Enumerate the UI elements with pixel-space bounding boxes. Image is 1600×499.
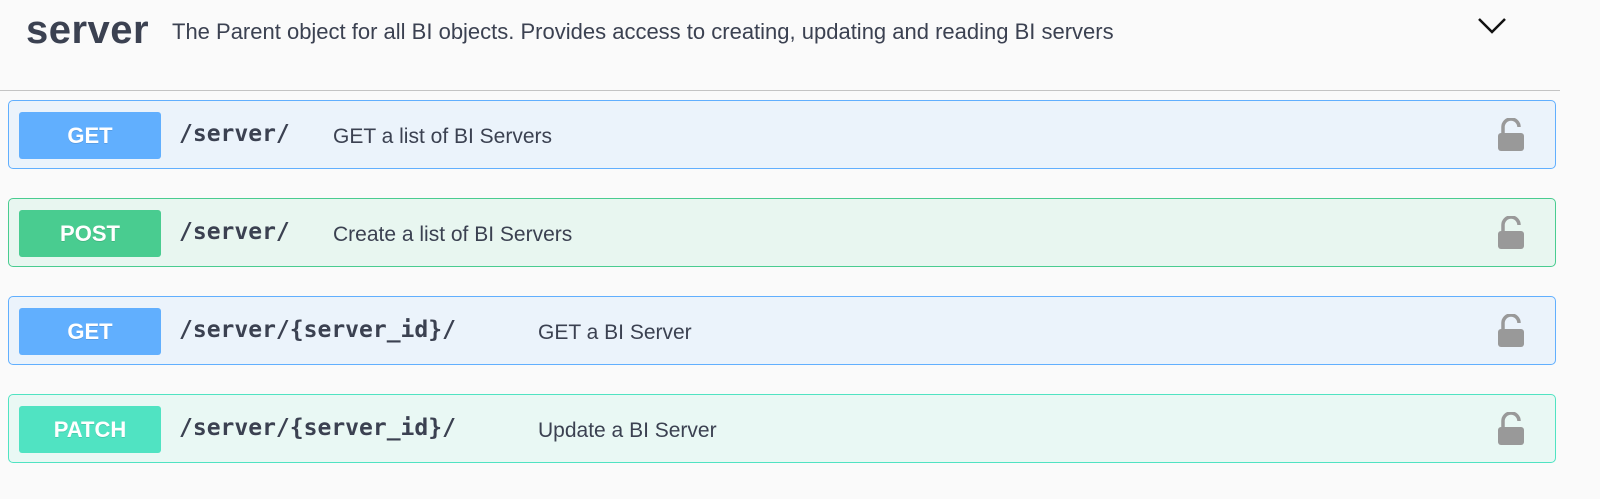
operation-path: /server/{server_id}/ bbox=[179, 415, 456, 441]
method-badge: POST bbox=[19, 210, 161, 257]
collapse-toggle-button[interactable] bbox=[1472, 6, 1512, 46]
method-badge: GET bbox=[19, 112, 161, 159]
operation-path: /server/ bbox=[179, 219, 290, 245]
operation-path: /server/{server_id}/ bbox=[179, 317, 456, 343]
method-badge: PATCH bbox=[19, 406, 161, 453]
method-badge: GET bbox=[19, 308, 161, 355]
chevron-down-icon bbox=[1478, 18, 1506, 34]
operation-summary: GET a BI Server bbox=[538, 321, 692, 344]
operation-get-server-list[interactable]: GET /server/ GET a list of BI Servers bbox=[8, 100, 1556, 169]
unlocked-padlock-icon[interactable] bbox=[1496, 118, 1526, 152]
operation-get-server-by-id[interactable]: GET /server/{server_id}/ GET a BI Server bbox=[8, 296, 1556, 365]
operation-summary: Update a BI Server bbox=[538, 419, 717, 442]
operation-summary: Create a list of BI Servers bbox=[333, 223, 573, 246]
tag-header[interactable]: server The Parent object for all BI obje… bbox=[0, 0, 1560, 91]
tag-description: The Parent object for all BI objects. Pr… bbox=[172, 19, 1114, 44]
tag-name[interactable]: server bbox=[26, 8, 149, 53]
unlocked-padlock-icon[interactable] bbox=[1496, 314, 1526, 348]
operation-path: /server/ bbox=[179, 121, 290, 147]
unlocked-padlock-icon[interactable] bbox=[1496, 216, 1526, 250]
operation-summary: GET a list of BI Servers bbox=[333, 125, 553, 148]
operation-post-server-list[interactable]: POST /server/ Create a list of BI Server… bbox=[8, 198, 1556, 267]
operation-patch-server-by-id[interactable]: PATCH /server/{server_id}/ Update a BI S… bbox=[8, 394, 1556, 463]
unlocked-padlock-icon[interactable] bbox=[1496, 412, 1526, 446]
